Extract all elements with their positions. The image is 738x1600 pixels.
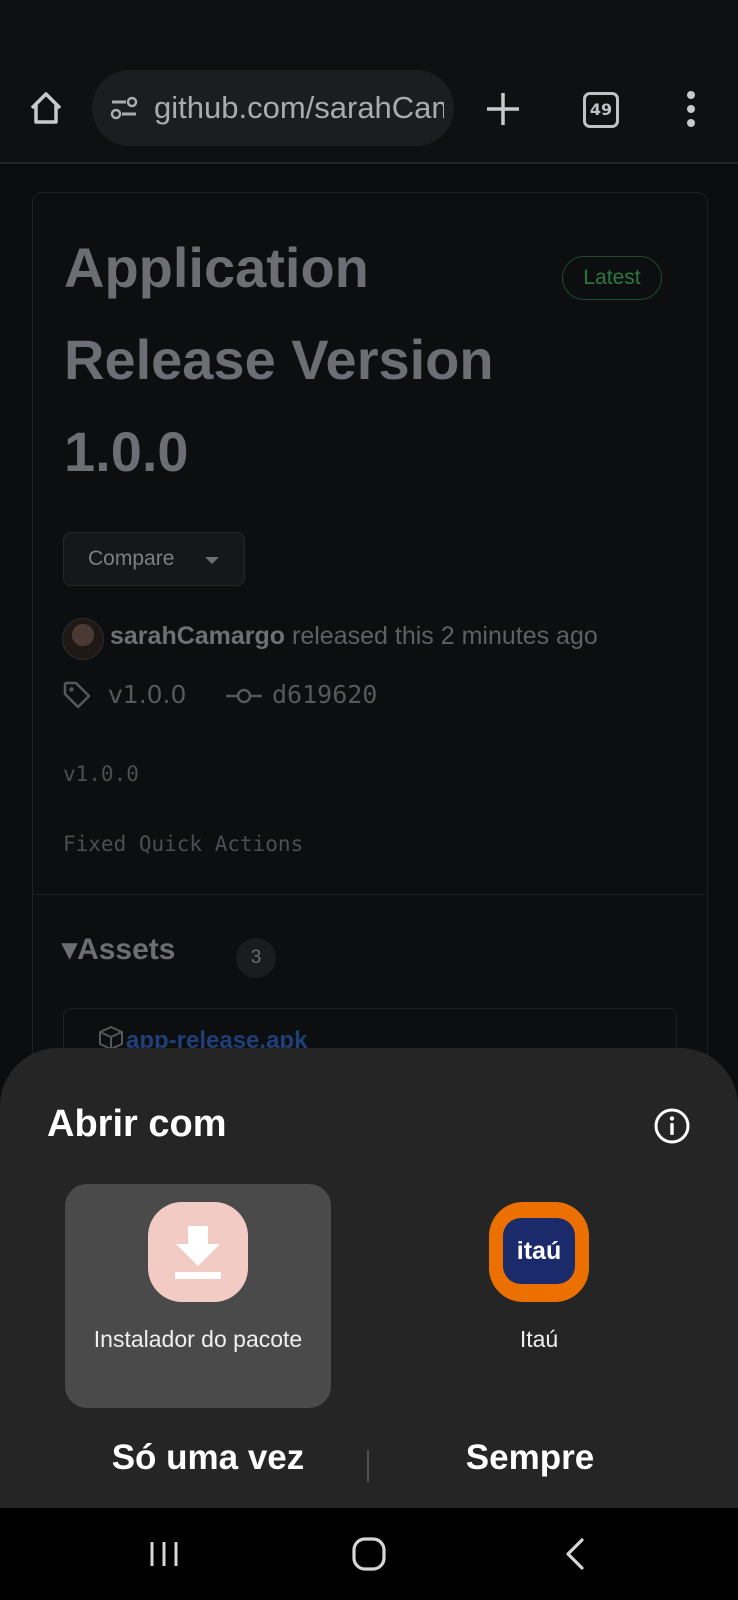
app-label: Itaú [519,1326,559,1352]
app-option-package-installer[interactable]: Instalador do pacote [65,1184,331,1408]
latest-badge: Latest [562,256,662,300]
assets-heading-label: Assets [77,933,176,966]
new-tab-plus-icon[interactable] [484,90,522,128]
commit-icon [226,684,262,708]
toolbar-divider [0,162,738,164]
download-icon [148,1202,248,1302]
home-circle-icon[interactable] [349,1534,389,1574]
assets-toggle[interactable]: ▾Assets [62,932,175,967]
just-once-button[interactable]: Só uma vez [58,1438,358,1478]
card-divider [33,894,705,895]
author-link[interactable]: sarahCamargo [110,622,285,650]
tab-switcher-button[interactable]: 49 [583,92,619,128]
always-button[interactable]: Sempre [380,1438,680,1478]
assets-count-badge: 3 [236,938,276,978]
more-vertical-icon[interactable] [684,90,698,128]
app-label: Instalador do pacote [93,1326,303,1352]
sheet-actions: Só uma vez Sempre [0,1434,738,1494]
app-option-itau[interactable]: itaú Itaú [406,1184,672,1408]
compare-button[interactable]: Compare [63,532,245,586]
home-icon[interactable] [26,88,66,128]
site-settings-icon[interactable] [110,96,138,120]
released-text: released this 2 minutes ago [285,622,598,650]
itau-logo-text: itaú [503,1218,575,1284]
release-body-note: Fixed Quick Actions [63,832,304,856]
release-title: Application Release Version 1.0.0 [64,236,494,483]
tag-link[interactable]: v1.0.0 [108,680,186,709]
compare-label: Compare [88,547,175,570]
actions-divider [367,1450,369,1482]
avatar[interactable] [62,618,104,660]
address-bar[interactable]: github.com/sarahCamargo [92,70,454,146]
browser-toolbar: github.com/sarahCamargo 49 [0,0,738,162]
release-body-version: v1.0.0 [63,762,139,786]
recents-icon[interactable] [144,1534,184,1574]
back-chevron-icon[interactable] [556,1534,596,1574]
caret-down-icon [205,557,219,564]
itau-logo-icon: itaú [489,1202,589,1302]
tag-icon [62,680,92,710]
info-icon[interactable] [654,1108,690,1144]
release-author-line: sarahCamargo released this 2 minutes ago [110,622,598,651]
commit-link[interactable]: d619620 [272,680,377,709]
sheet-title: Abrir com [47,1103,227,1145]
url-text[interactable]: github.com/sarahCamargo [154,90,444,126]
system-navigation-bar [0,1508,738,1600]
